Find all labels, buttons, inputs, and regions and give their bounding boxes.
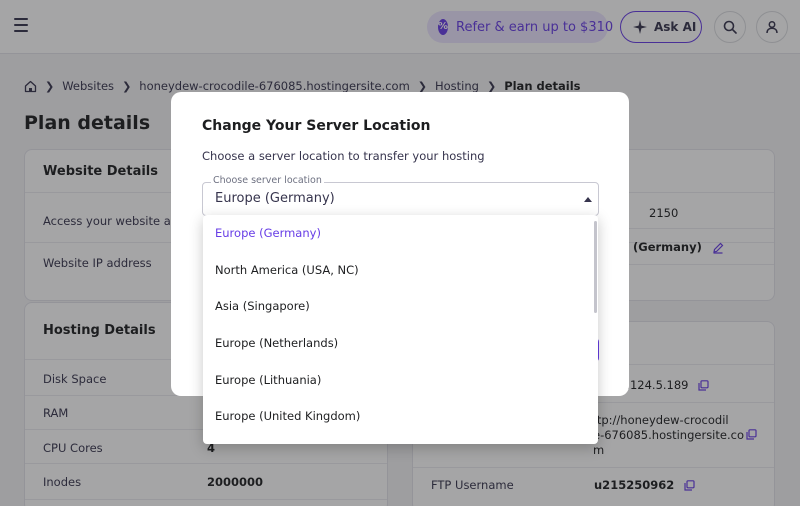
modal-title: Change Your Server Location: [202, 118, 431, 134]
server-location-dropdown: Europe (Germany) North America (USA, NC)…: [203, 215, 598, 444]
location-option[interactable]: Asia (Singapore): [203, 288, 593, 324]
scrollbar-thumb[interactable]: [594, 221, 597, 313]
modal-description: Choose a server location to transfer you…: [202, 149, 485, 163]
location-option[interactable]: North America (USA, NC): [203, 252, 593, 288]
caret-up-icon: [584, 197, 592, 202]
server-location-select[interactable]: Choose server location Europe (Germany): [202, 175, 599, 216]
location-option[interactable]: Europe (Germany): [203, 215, 593, 251]
select-current-value: Europe (Germany): [215, 191, 335, 206]
select-floating-label: Choose server location: [211, 175, 324, 186]
location-option[interactable]: Europe (Lithuania): [203, 362, 593, 398]
location-option[interactable]: Europe (United Kingdom): [203, 398, 593, 434]
location-option[interactable]: Europe (Netherlands): [203, 325, 593, 361]
dropdown-scrollbar[interactable]: [593, 215, 598, 444]
